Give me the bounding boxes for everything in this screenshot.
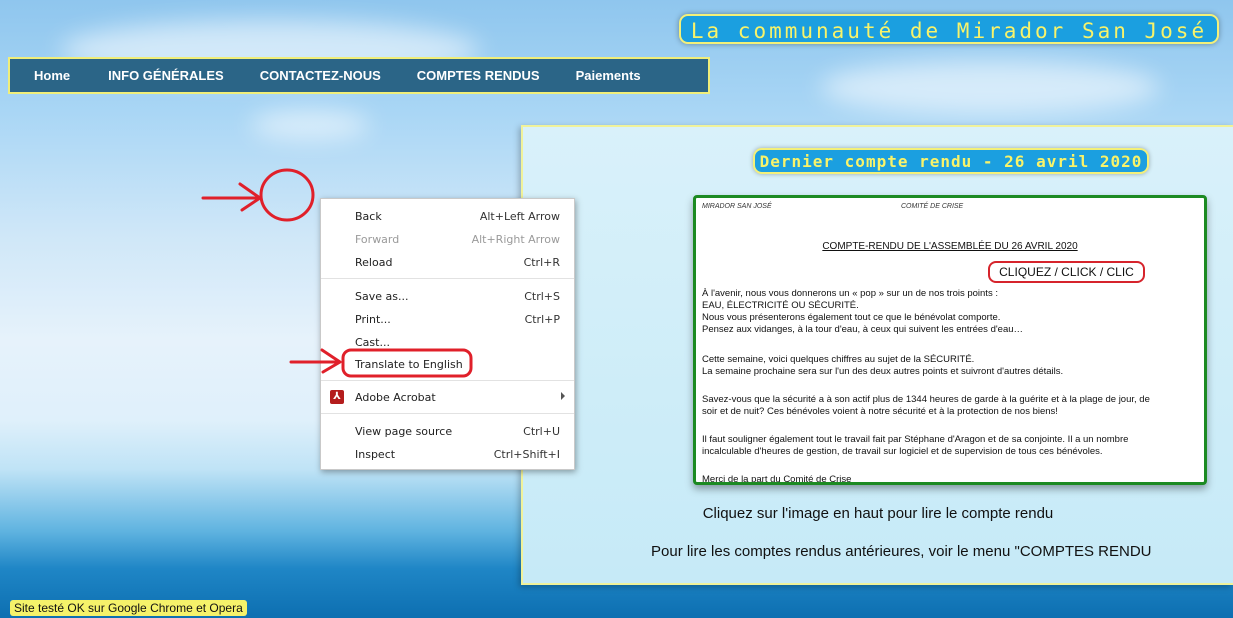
ctx-reload[interactable]: Reload Ctrl+R	[321, 252, 574, 272]
ctx-back-shortcut: Alt+Left Arrow	[479, 210, 560, 223]
doc-paragraph-4: Il faut souligner également tout le trav…	[702, 434, 1202, 458]
report-heading: Dernier compte rendu - 26 avril 2020	[753, 148, 1149, 174]
adobe-acrobat-icon: ⅄	[330, 390, 344, 404]
ctx-print[interactable]: Print... Ctrl+P	[321, 309, 574, 329]
ctx-save-as[interactable]: Save as... Ctrl+S	[321, 286, 574, 306]
ctx-adobe-acrobat[interactable]: ⅄ Adobe Acrobat	[321, 387, 574, 407]
ctx-forward[interactable]: Forward Alt+Right Arrow	[321, 229, 574, 249]
ctx-print-label: Print...	[355, 313, 391, 326]
nav-contactez-nous[interactable]: CONTACTEZ-NOUS	[246, 68, 403, 83]
doc-line: EAU, ÉLECTRICITÉ OU SÉCURITÉ.	[702, 300, 859, 311]
report-document-preview[interactable]: MIRADOR SAN JOSÉ COMITÉ DE CRISE COMPTE-…	[693, 195, 1207, 485]
footer-browser-note: Site testé OK sur Google Chrome et Opera	[10, 600, 247, 616]
ctx-view-source[interactable]: View page source Ctrl+U	[321, 421, 574, 441]
doc-click-link[interactable]: CLIQUEZ / CLICK / CLIC	[988, 261, 1145, 283]
ctx-inspect-shortcut: Ctrl+Shift+I	[493, 448, 560, 461]
ctx-cast-label: Cast...	[355, 336, 390, 349]
ctx-translate[interactable]: Translate to English	[321, 354, 574, 374]
ctx-separator	[321, 278, 574, 279]
ctx-forward-label: Forward	[355, 233, 400, 246]
doc-line: Nous vous présenterons également tout ce…	[702, 312, 1001, 323]
annotation-circle	[259, 168, 315, 222]
nav-comptes-rendus[interactable]: COMPTES RENDUS	[403, 68, 562, 83]
doc-line: Il faut souligner également tout le trav…	[702, 434, 1129, 445]
ctx-reload-label: Reload	[355, 256, 393, 269]
doc-line: Cette semaine, voici quelques chiffres a…	[702, 354, 975, 365]
report-caption-previous: Pour lire les comptes rendus antérieures…	[651, 543, 1152, 560]
doc-paragraph-5: Merci de la part du Comité de Crise	[702, 474, 852, 485]
ctx-back[interactable]: Back Alt+Left Arrow	[321, 206, 574, 226]
ctx-adobe-acrobat-label: Adobe Acrobat	[355, 391, 436, 404]
doc-line: À l'avenir, nous vous donnerons un « pop…	[702, 288, 998, 299]
ctx-translate-label: Translate to English	[355, 358, 463, 371]
ctx-inspect[interactable]: Inspect Ctrl+Shift+I	[321, 444, 574, 464]
site-title: La communauté de Mirador San José	[679, 14, 1219, 44]
ctx-back-label: Back	[355, 210, 382, 223]
background-cloud	[820, 60, 1160, 115]
ctx-separator	[321, 413, 574, 414]
ctx-save-as-label: Save as...	[355, 290, 409, 303]
doc-line: Pensez aux vidanges, à la tour d'eau, à …	[702, 324, 1024, 335]
ctx-inspect-label: Inspect	[355, 448, 396, 461]
report-caption-click: Cliquez sur l'image en haut pour lire le…	[702, 505, 1054, 522]
doc-line: soir et de nuit? Ces bénévoles voient à …	[702, 406, 1058, 417]
doc-paragraph-1: À l'avenir, nous vous donnerons un « pop…	[702, 288, 1202, 336]
doc-paragraph-2: Cette semaine, voici quelques chiffres a…	[702, 354, 1202, 378]
report-panel: Dernier compte rendu - 26 avril 2020 MIR…	[521, 125, 1233, 585]
ctx-print-shortcut: Ctrl+P	[524, 313, 560, 326]
ctx-forward-shortcut: Alt+Right Arrow	[471, 233, 560, 246]
ctx-separator	[321, 380, 574, 381]
ctx-view-source-label: View page source	[355, 425, 453, 438]
ctx-reload-shortcut: Ctrl+R	[523, 256, 560, 269]
ctx-save-as-shortcut: Ctrl+S	[524, 290, 560, 303]
ctx-view-source-shortcut: Ctrl+U	[523, 425, 560, 438]
nav-home[interactable]: Home	[10, 68, 94, 83]
ctx-cast[interactable]: Cast...	[321, 332, 574, 352]
doc-header-left: MIRADOR SAN JOSÉ	[702, 203, 772, 210]
doc-line: incalculable d'heures de gestion, de tra…	[702, 446, 1103, 457]
main-navigation: Home INFO GÉNÉRALES CONTACTEZ-NOUS COMPT…	[8, 57, 710, 94]
annotation-arrow-1	[201, 182, 262, 212]
doc-line: La semaine prochaine sera sur l'un des d…	[702, 366, 1064, 377]
doc-paragraph-3: Savez-vous que la sécurité a à son actif…	[702, 394, 1202, 418]
doc-header-right: COMITÉ DE CRISE	[901, 203, 964, 210]
doc-title: COMPTE-RENDU DE L'ASSEMBLÉE DU 26 AVRIL …	[822, 241, 1078, 252]
submenu-arrow-icon	[561, 392, 565, 400]
nav-paiements[interactable]: Paiements	[562, 68, 655, 83]
background-cloud	[250, 110, 370, 140]
doc-line: Savez-vous que la sécurité a à son actif…	[702, 394, 1150, 405]
browser-context-menu: Back Alt+Left Arrow Forward Alt+Right Ar…	[320, 198, 575, 470]
nav-info-generales[interactable]: INFO GÉNÉRALES	[94, 68, 246, 83]
